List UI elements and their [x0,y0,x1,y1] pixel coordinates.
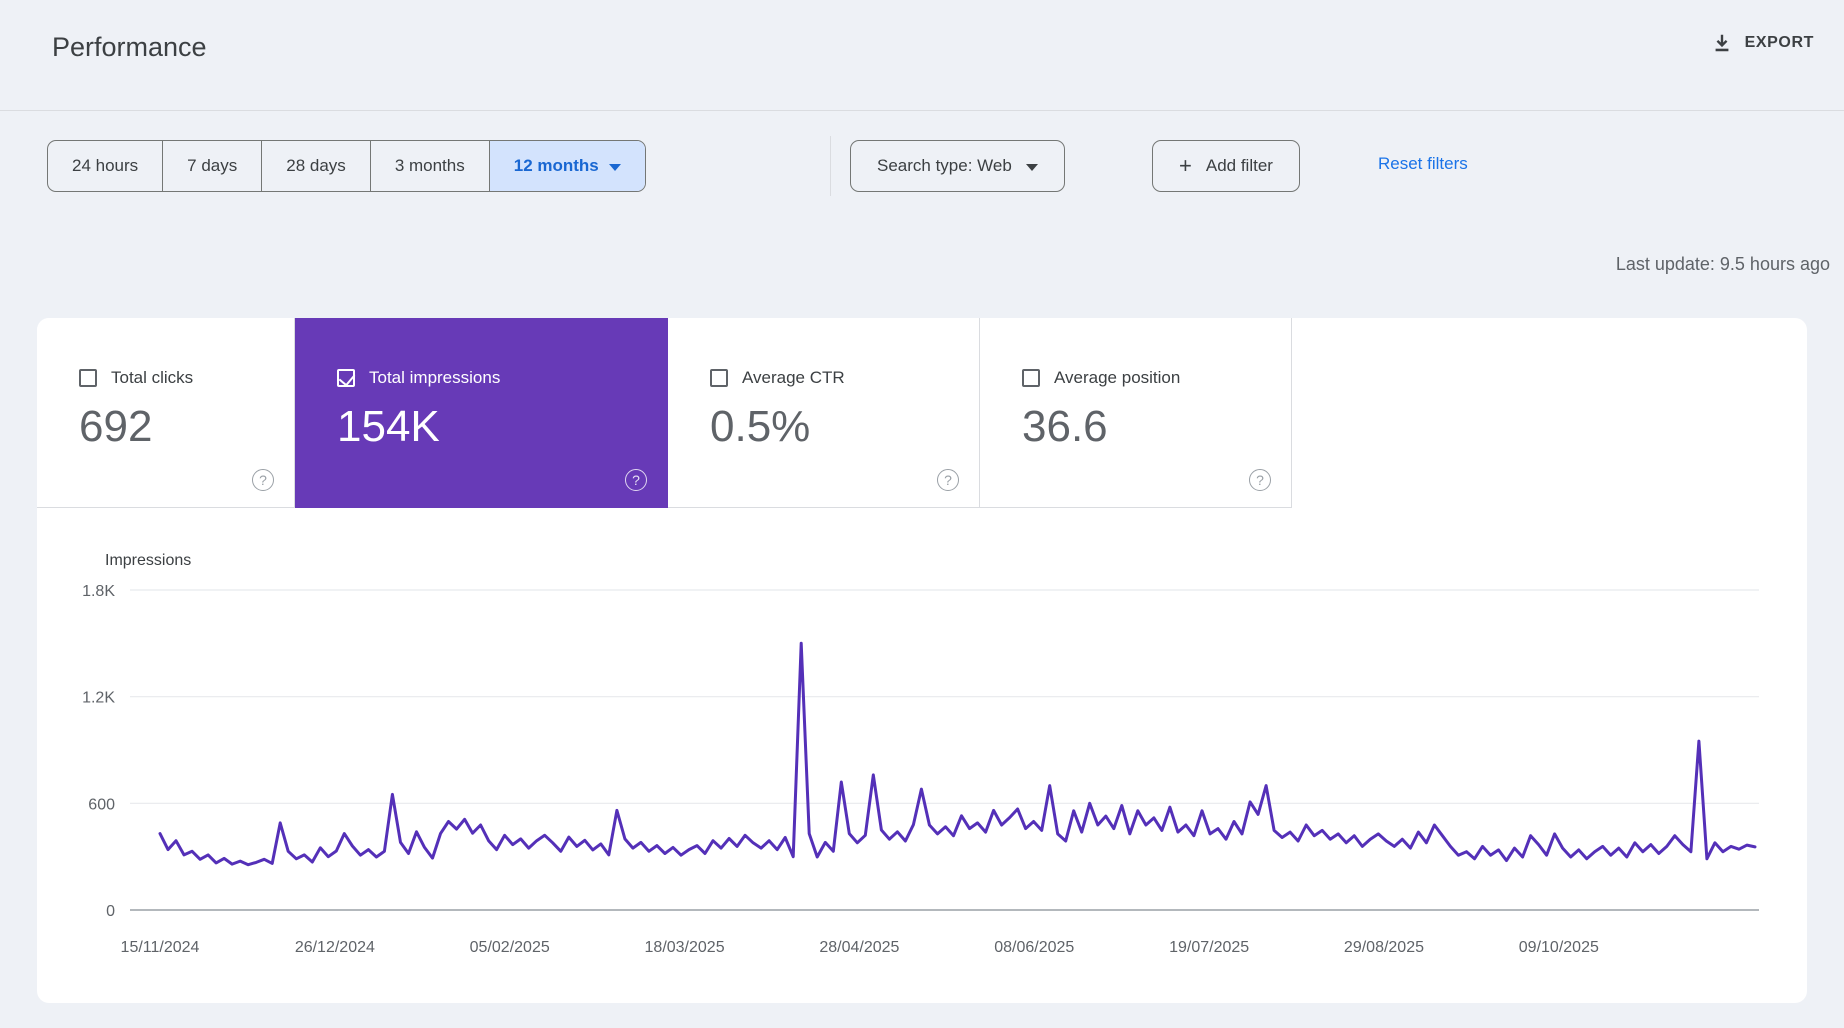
total-impressions-checkbox[interactable] [337,369,355,387]
help-icon[interactable]: ? [252,469,274,491]
help-icon[interactable]: ? [1249,469,1271,491]
svg-text:29/08/2025: 29/08/2025 [1344,939,1424,956]
metric-value: 154K [337,402,440,451]
date-range-group: 24 hours 7 days 28 days 3 months 12 mont… [47,140,646,192]
chevron-down-icon [1025,163,1038,171]
metric-label: Total impressions [369,368,501,387]
last-update-text: Last update: 9.5 hours ago [1615,254,1830,274]
svg-text:09/10/2025: 09/10/2025 [1519,939,1599,956]
export-label: EXPORT [1744,34,1814,51]
total-clicks-checkbox[interactable] [79,369,97,387]
metric-label: Average CTR [742,368,845,387]
svg-text:0: 0 [106,903,115,920]
metric-value: 0.5% [710,402,811,451]
svg-text:1.2K: 1.2K [82,690,115,707]
performance-panel: Total clicks 692 ? Total impressions 154… [37,318,1807,1003]
range-tab-7-days[interactable]: 7 days [162,141,261,191]
metric-card-total-clicks[interactable]: Total clicks 692 ? [37,318,295,508]
metric-cards-row: Total clicks 692 ? Total impressions 154… [37,318,1807,508]
range-tab-12-months[interactable]: 12 months [488,141,645,191]
performance-page: Performance EXPORT 24 hours 7 days 28 da… [0,0,1844,1028]
metric-label: Average position [1054,368,1181,387]
svg-text:1.8K: 1.8K [82,583,115,600]
svg-text:15/11/2024: 15/11/2024 [121,939,200,956]
metric-value: 36.6 [1022,402,1108,451]
header-divider [0,110,1844,111]
svg-text:08/06/2025: 08/06/2025 [994,939,1074,956]
svg-text:19/07/2025: 19/07/2025 [1169,939,1249,956]
range-tab-24-hours[interactable]: 24 hours [48,141,162,191]
impressions-line-chart[interactable]: 0 600 1.2K 1.8K 15/11/2024 26/12/2024 05/02/20… [37,568,1807,988]
average-ctr-checkbox[interactable] [710,369,728,387]
svg-text:05/02/2025: 05/02/2025 [470,939,550,956]
filter-separator [830,136,831,196]
average-position-checkbox[interactable] [1022,369,1040,387]
reset-filters-link[interactable]: Reset filters [1378,154,1468,174]
metric-card-total-impressions[interactable]: Total impressions 154K ? [295,318,668,508]
page-title: Performance [52,32,207,62]
download-icon [1711,32,1733,54]
svg-text:26/12/2024: 26/12/2024 [295,939,375,956]
export-button[interactable]: EXPORT [1711,32,1814,54]
search-type-dropdown[interactable]: Search type: Web [850,140,1065,192]
metric-label: Total clicks [111,368,194,387]
range-tab-3-months[interactable]: 3 months [369,141,489,191]
help-icon[interactable]: ? [625,469,647,491]
plus-icon: + [1179,153,1192,178]
svg-text:600: 600 [88,796,115,813]
svg-text:28/04/2025: 28/04/2025 [819,939,899,956]
add-filter-button[interactable]: + Add filter [1152,140,1300,192]
metric-value: 692 [79,402,153,451]
metric-card-average-ctr[interactable]: Average CTR 0.5% ? [668,318,980,508]
chevron-down-icon [608,163,621,171]
svg-text:18/03/2025: 18/03/2025 [645,939,725,956]
range-tab-28-days[interactable]: 28 days [261,141,370,191]
metric-card-average-position[interactable]: Average position 36.6 ? [980,318,1292,508]
help-icon[interactable]: ? [937,469,959,491]
